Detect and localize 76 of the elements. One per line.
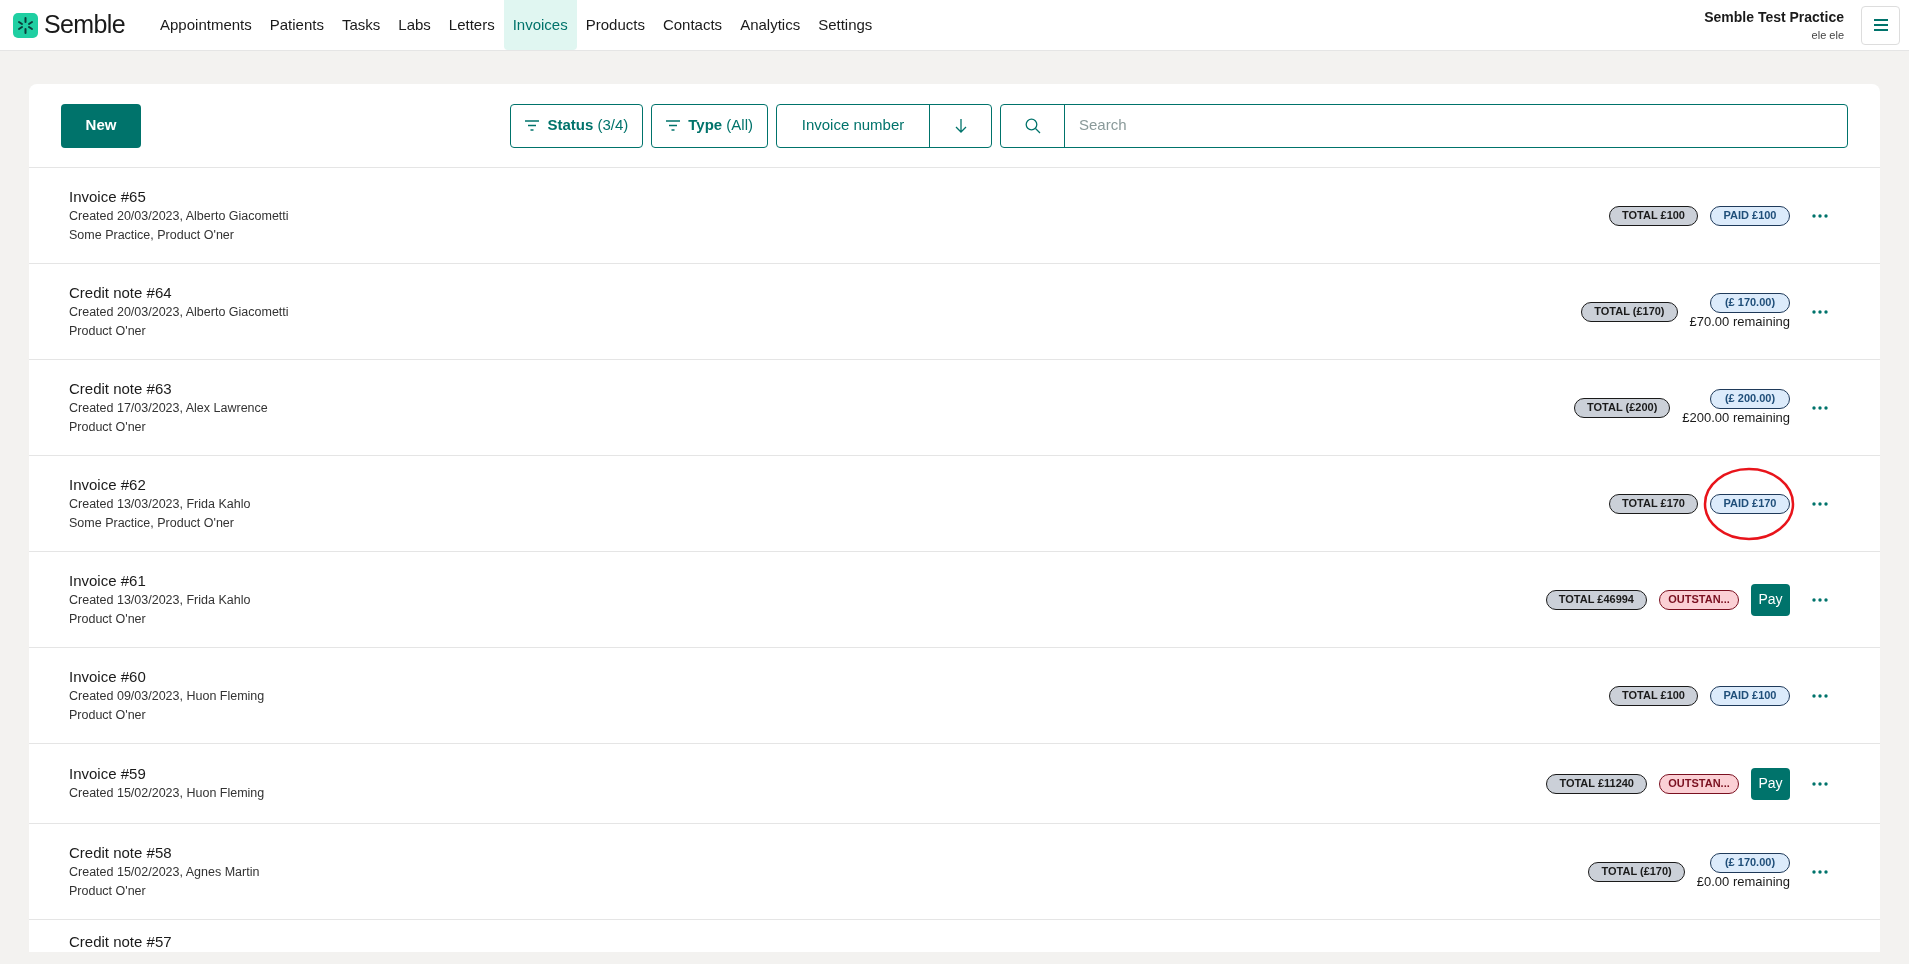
created-info: Created 15/02/2023, Agnes Martin xyxy=(69,863,261,881)
new-button[interactable]: New xyxy=(61,103,141,148)
outstanding-badge: OUTSTAN... xyxy=(1659,773,1739,794)
status-filter-button[interactable]: Status (3/4) xyxy=(510,103,644,148)
invoice-title[interactable]: Credit note #64 xyxy=(69,282,1582,303)
practice-info: Product O'ner xyxy=(69,882,147,900)
nav-tab[interactable]: Appointments xyxy=(151,0,261,50)
nav-tab[interactable]: Products xyxy=(576,0,654,50)
paid-badge: PAID £100 xyxy=(1710,205,1790,226)
total-badge: TOTAL £100 xyxy=(1609,685,1698,706)
created-info: Created 13/03/2023, Frida Kahlo xyxy=(69,591,252,609)
remaining-amount: £0.00 remaining xyxy=(1696,872,1790,891)
menu-icon xyxy=(1873,19,1888,31)
created-info: Created 09/03/2023, Huon Fleming xyxy=(69,687,266,705)
invoice-title[interactable]: Invoice #59 xyxy=(69,764,1547,784)
nav-tab[interactable]: Letters xyxy=(439,0,504,50)
search-icon xyxy=(1024,117,1041,134)
more-icon xyxy=(1812,693,1828,698)
credit-badge: (£ 170.00) xyxy=(1710,852,1790,873)
invoice-title[interactable]: Invoice #65 xyxy=(69,186,1609,207)
practice-info: Product O'ner xyxy=(69,706,147,724)
total-badge: TOTAL £46994 xyxy=(1545,589,1647,610)
total-badge: TOTAL (£170) xyxy=(1581,301,1678,322)
invoice-title[interactable]: Invoice #62 xyxy=(69,474,1609,495)
nav-tab[interactable]: Settings xyxy=(809,0,882,50)
pay-button[interactable]: Pay xyxy=(1751,583,1790,616)
practice-info: Product O'ner xyxy=(69,610,147,628)
more-icon xyxy=(1812,213,1828,218)
arrow-down-icon xyxy=(954,118,967,133)
practice-name: Semble Test Practice xyxy=(1704,8,1844,27)
filter-icon xyxy=(666,120,681,131)
total-badge: TOTAL £11240 xyxy=(1546,773,1647,794)
user-name: ele ele xyxy=(1811,28,1844,43)
nav-tab[interactable]: Labs xyxy=(389,0,440,50)
more-icon xyxy=(1812,309,1828,314)
nav-tab[interactable]: Analytics xyxy=(731,0,810,50)
more-icon xyxy=(1812,781,1828,786)
invoice-title[interactable]: Credit note #63 xyxy=(69,378,1574,399)
practice-info: Some Practice, Product O'ner xyxy=(69,226,235,244)
more-icon xyxy=(1812,501,1828,506)
invoice-title[interactable]: Credit note #58 xyxy=(69,842,1589,863)
nav-tab[interactable]: Patients xyxy=(260,0,333,50)
paid-badge: PAID £170 xyxy=(1710,493,1790,514)
nav-tab[interactable]: Invoices xyxy=(503,0,577,50)
total-badge: TOTAL £100 xyxy=(1609,205,1698,226)
created-info: Created 17/03/2023, Alex Lawrence xyxy=(69,399,269,417)
menu-button[interactable] xyxy=(1861,5,1900,45)
pay-button[interactable]: Pay xyxy=(1751,767,1790,800)
created-info: Created 20/03/2023, Alberto Giacometti xyxy=(69,207,290,225)
logo-icon xyxy=(13,12,38,38)
filter-icon xyxy=(525,120,540,131)
practice-info: Product O'ner xyxy=(69,322,147,340)
total-badge: TOTAL (£200) xyxy=(1574,397,1671,418)
more-icon xyxy=(1812,405,1828,410)
nav-tab[interactable]: Contacts xyxy=(653,0,732,50)
practice-info: Product O'ner xyxy=(69,418,147,436)
nav-tab[interactable]: Tasks xyxy=(332,0,390,50)
brand-name: Semble xyxy=(44,9,125,41)
practice-info: Some Practice, Product O'ner xyxy=(69,514,235,532)
created-info: Created 15/02/2023, Huon Fleming xyxy=(69,785,266,802)
more-icon xyxy=(1812,869,1828,874)
more-icon xyxy=(1812,597,1828,602)
invoice-title[interactable]: Credit note #57 xyxy=(69,932,1830,952)
total-badge: TOTAL £170 xyxy=(1609,493,1698,514)
created-info: Created 20/03/2023, Alberto Giacometti xyxy=(69,303,290,321)
total-badge: TOTAL (£170) xyxy=(1588,861,1685,882)
invoice-title[interactable]: Invoice #61 xyxy=(69,570,1546,591)
created-info: Created 13/03/2023, Frida Kahlo xyxy=(69,495,252,513)
remaining-amount: £70.00 remaining xyxy=(1689,312,1790,331)
paid-badge: PAID £100 xyxy=(1710,685,1790,706)
outstanding-badge: OUTSTAN... xyxy=(1659,589,1739,610)
credit-badge: (£ 200.00) xyxy=(1710,388,1790,409)
type-filter-button[interactable]: Type (All) xyxy=(651,103,768,148)
credit-badge: (£ 170.00) xyxy=(1710,292,1790,313)
remaining-amount: £200.00 remaining xyxy=(1682,408,1790,427)
invoice-title[interactable]: Invoice #60 xyxy=(69,666,1609,687)
